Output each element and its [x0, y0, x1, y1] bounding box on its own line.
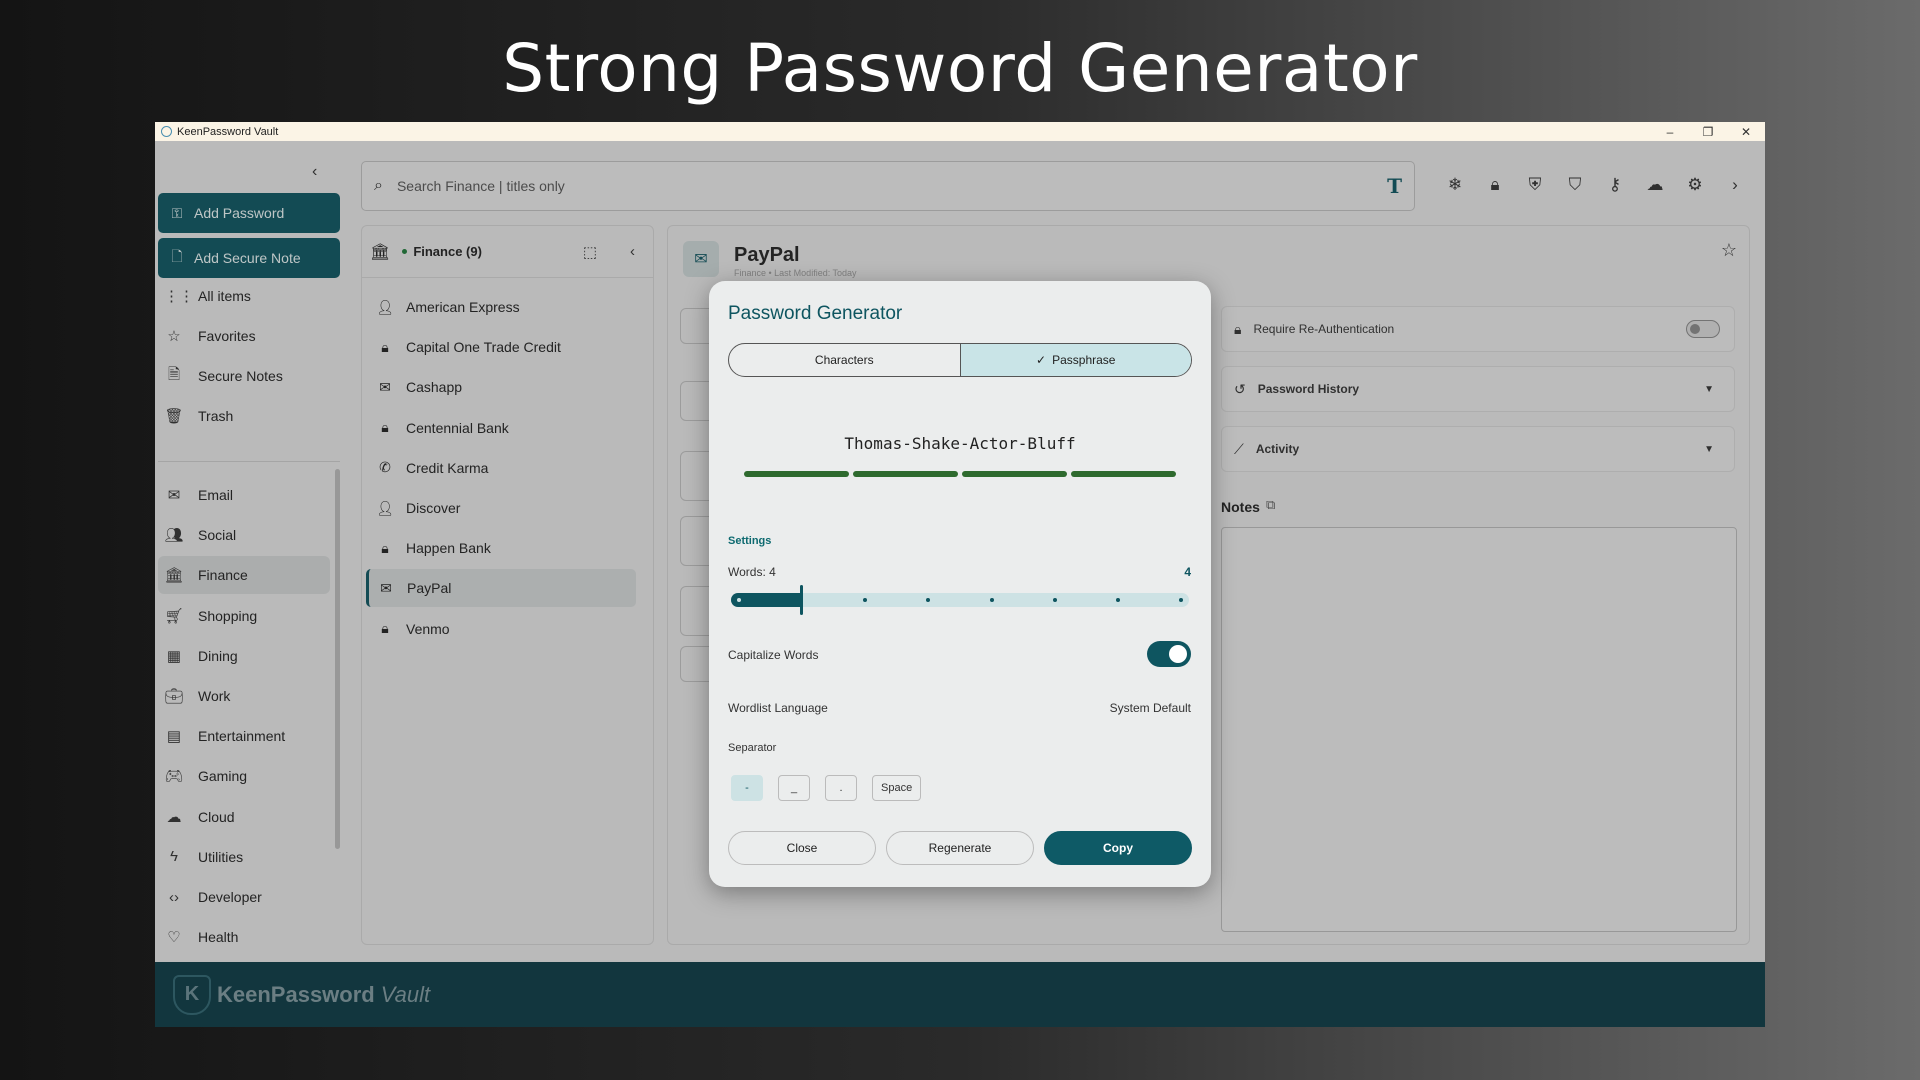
- app-shield-icon: [161, 126, 172, 137]
- separator-options: - _. Space: [731, 775, 922, 801]
- strength-segment: [853, 471, 958, 477]
- copy-button[interactable]: Copy: [1044, 831, 1192, 865]
- slider-tick: [1053, 598, 1057, 602]
- close-window-icon[interactable]: ✕: [1727, 122, 1765, 141]
- slider-tick: [1179, 598, 1183, 602]
- slider-fill: [731, 593, 800, 607]
- settings-label: Settings: [728, 535, 772, 547]
- slider-tick: [737, 598, 741, 602]
- capitalize-toggle[interactable]: [1147, 641, 1191, 667]
- wordlist-select[interactable]: System Default: [1110, 701, 1191, 715]
- words-slider[interactable]: [731, 585, 1189, 615]
- slider-tick: [926, 598, 930, 602]
- separator-option[interactable]: .: [825, 775, 857, 801]
- page-heading: Strong Password Generator: [502, 30, 1418, 107]
- wordlist-label: Wordlist Language: [728, 701, 828, 715]
- words-value: 4: [1184, 565, 1191, 579]
- slider-tick: [863, 598, 867, 602]
- window-title: KeenPassword Vault: [177, 125, 279, 138]
- capitalize-label: Capitalize Words: [728, 648, 819, 662]
- titlebar: KeenPassword Vault – ❐ ✕: [155, 122, 1765, 141]
- tab-passphrase[interactable]: ✓ Passphrase: [959, 344, 1191, 376]
- slider-handle[interactable]: [800, 585, 803, 615]
- password-generator-dialog: Password Generator Characters ✓ Passphras…: [709, 281, 1211, 887]
- tab-characters[interactable]: Characters: [729, 344, 960, 376]
- minimize-icon[interactable]: –: [1651, 122, 1689, 141]
- words-label: Words: 4: [728, 565, 776, 579]
- check-icon: ✓: [1036, 353, 1047, 367]
- mode-segmented-control: Characters ✓ Passphrase: [728, 343, 1192, 377]
- separator-option[interactable]: _: [778, 775, 810, 801]
- separator-option[interactable]: Space: [872, 775, 922, 801]
- strength-segment: [744, 471, 849, 477]
- separator-option[interactable]: -: [731, 775, 763, 801]
- strength-segment: [962, 471, 1067, 477]
- window-controls: – ❐ ✕: [1651, 122, 1765, 141]
- restore-icon[interactable]: ❐: [1689, 122, 1727, 141]
- dialog-title: Password Generator: [728, 303, 903, 324]
- strength-segment: [1071, 471, 1176, 477]
- separator-label: Separator: [728, 742, 777, 754]
- close-button[interactable]: Close: [728, 831, 876, 865]
- strength-meter: [744, 471, 1176, 477]
- slider-tick: [1116, 598, 1120, 602]
- generated-password: Thomas-Shake-Actor-Bluff: [844, 434, 1076, 453]
- slider-tick: [990, 598, 994, 602]
- dialog-actions: Close Regenerate Copy: [728, 831, 1192, 865]
- regenerate-button[interactable]: Regenerate: [886, 831, 1034, 865]
